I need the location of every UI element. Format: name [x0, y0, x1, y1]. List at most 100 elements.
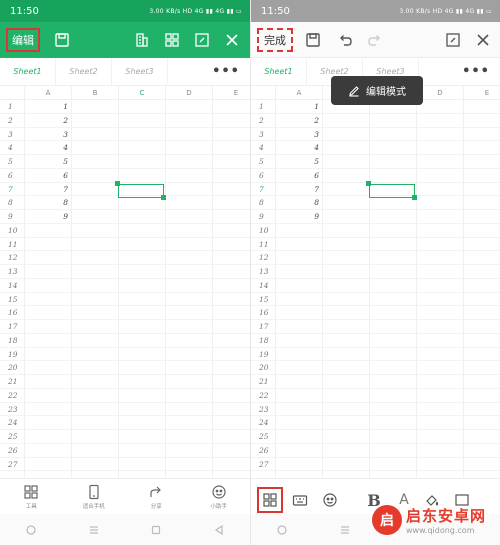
fit-phone-label: 适合手机 — [82, 503, 105, 510]
status-bar: 11:50 3.00 KB/s HD 4G ▮▮ 4G ▮▮ ▭ — [0, 0, 250, 22]
close-icon[interactable] — [473, 30, 493, 50]
share-button[interactable]: 分享 — [125, 484, 188, 510]
edit-frame-icon[interactable] — [192, 30, 212, 50]
close-icon[interactable] — [222, 30, 242, 50]
column-header-c[interactable]: C — [118, 86, 165, 100]
more-icon[interactable]: ••• — [462, 64, 490, 79]
nav-menu-icon[interactable] — [335, 520, 355, 540]
undo-icon[interactable] — [335, 30, 355, 50]
column-header-e[interactable]: E — [463, 86, 500, 100]
assistant-icon — [212, 484, 226, 499]
row-number: 23 — [8, 404, 18, 414]
cell-a7[interactable]: 7 — [275, 183, 322, 196]
table-row: 13 — [0, 265, 250, 279]
table-row: 15 — [0, 293, 250, 307]
cell-a9[interactable]: 9 — [24, 210, 71, 223]
column-header-d[interactable]: D — [416, 86, 463, 100]
cell-a3[interactable]: 3 — [24, 128, 71, 141]
cell-a8[interactable]: 8 — [275, 196, 322, 209]
keyboard-button[interactable] — [287, 487, 313, 513]
more-icon[interactable]: ••• — [212, 64, 240, 79]
app-toolbar: 编辑 — [0, 22, 250, 58]
selection-handle-top[interactable] — [366, 181, 371, 186]
done-button[interactable]: 完成 — [257, 28, 293, 52]
row-number: 11 — [8, 239, 18, 249]
building-icon[interactable] — [132, 30, 152, 50]
save-icon[interactable] — [303, 30, 323, 50]
grid-icon[interactable] — [162, 30, 182, 50]
assistant-label: 小助手 — [210, 503, 227, 510]
column-header-a[interactable]: A — [275, 86, 322, 100]
cell-a4[interactable]: 4 — [275, 141, 322, 154]
redo-icon[interactable] — [365, 30, 385, 50]
table-row: 26 — [0, 444, 250, 458]
system-nav-bar — [0, 514, 250, 545]
selection-handle-top[interactable] — [115, 181, 120, 186]
tooltip-label: 编辑模式 — [366, 87, 406, 98]
row-number: 13 — [259, 267, 269, 276]
nav-circle-icon[interactable] — [21, 520, 41, 540]
table-row: 33 — [0, 128, 250, 142]
cell-a5[interactable]: 5 — [275, 155, 322, 168]
assistant-button[interactable] — [317, 487, 343, 513]
row-number: 10 — [8, 225, 18, 235]
table-row: 19 — [251, 348, 500, 362]
fit-phone-button[interactable]: 适合手机 — [63, 484, 126, 510]
column-header-e[interactable]: E — [212, 86, 250, 100]
row-number: 22 — [8, 390, 18, 400]
selection-handle-bottom[interactable] — [412, 195, 417, 200]
cell-a5[interactable]: 5 — [24, 155, 71, 168]
grid-icon — [24, 484, 38, 499]
nav-back-icon[interactable] — [209, 520, 229, 540]
tools-button[interactable]: 工具 — [0, 484, 63, 510]
column-header-b[interactable]: B — [71, 86, 118, 100]
cell-selection[interactable] — [369, 184, 415, 198]
cell-a3[interactable]: 3 — [275, 128, 322, 141]
selection-handle-bottom[interactable] — [161, 195, 166, 200]
row-number: 19 — [8, 349, 18, 359]
row-number: 25 — [259, 432, 269, 441]
table-row: 27 — [0, 458, 250, 472]
cell-selection[interactable] — [118, 184, 164, 198]
cell-a2[interactable]: 2 — [275, 114, 322, 127]
table-row: 11 — [0, 100, 250, 114]
cell-a6[interactable]: 6 — [24, 169, 71, 182]
row-number: 15 — [259, 294, 269, 304]
nav-circle-icon[interactable] — [272, 520, 292, 540]
row-number: 3 — [8, 129, 13, 139]
assistant-button[interactable]: 小助手 — [188, 484, 251, 510]
table-row: 11 — [0, 238, 250, 252]
nav-home-icon[interactable] — [146, 520, 166, 540]
tab-sheet1[interactable]: Sheet1 — [0, 57, 56, 86]
status-time: 11:50 — [261, 5, 290, 17]
cell-a8[interactable]: 8 — [24, 196, 71, 209]
save-icon[interactable] — [52, 30, 72, 50]
row-number: 6 — [8, 170, 13, 180]
cell-a1[interactable]: 1 — [24, 100, 71, 113]
nav-menu-icon[interactable] — [84, 520, 104, 540]
cell-a1[interactable]: 1 — [275, 100, 322, 113]
edit-frame-icon[interactable] — [443, 30, 463, 50]
row-number: 25 — [8, 432, 18, 441]
row-number: 26 — [259, 445, 269, 455]
cell-a9[interactable]: 9 — [275, 210, 322, 223]
column-header-d[interactable]: D — [165, 86, 212, 100]
tab-sheet3[interactable]: Sheet3 — [112, 57, 168, 86]
edit-button[interactable]: 编辑 — [6, 28, 40, 52]
cell-a6[interactable]: 6 — [275, 169, 322, 182]
tab-sheet2[interactable]: Sheet2 — [56, 57, 112, 86]
column-header-a[interactable]: A — [24, 86, 71, 100]
cell-a2[interactable]: 2 — [24, 114, 71, 127]
spreadsheet-grid[interactable]: A B C D E 11 22 33 44 55 66 77 88 99 10 … — [251, 86, 500, 478]
tab-sheet1[interactable]: Sheet1 — [251, 57, 307, 86]
row-number: 3 — [259, 129, 264, 139]
table-row: 16 — [0, 306, 250, 320]
spreadsheet-grid[interactable]: A B C D E 11 22 33 44 55 66 77 88 99 10 … — [0, 86, 250, 478]
table-row: 26 — [251, 444, 500, 458]
cell-a4[interactable]: 4 — [24, 141, 71, 154]
row-number: 18 — [259, 335, 269, 345]
cell-a7[interactable]: 7 — [24, 183, 71, 196]
row-number: 10 — [259, 225, 269, 235]
row-number: 14 — [8, 280, 18, 290]
tools-grid-button[interactable] — [257, 487, 283, 513]
